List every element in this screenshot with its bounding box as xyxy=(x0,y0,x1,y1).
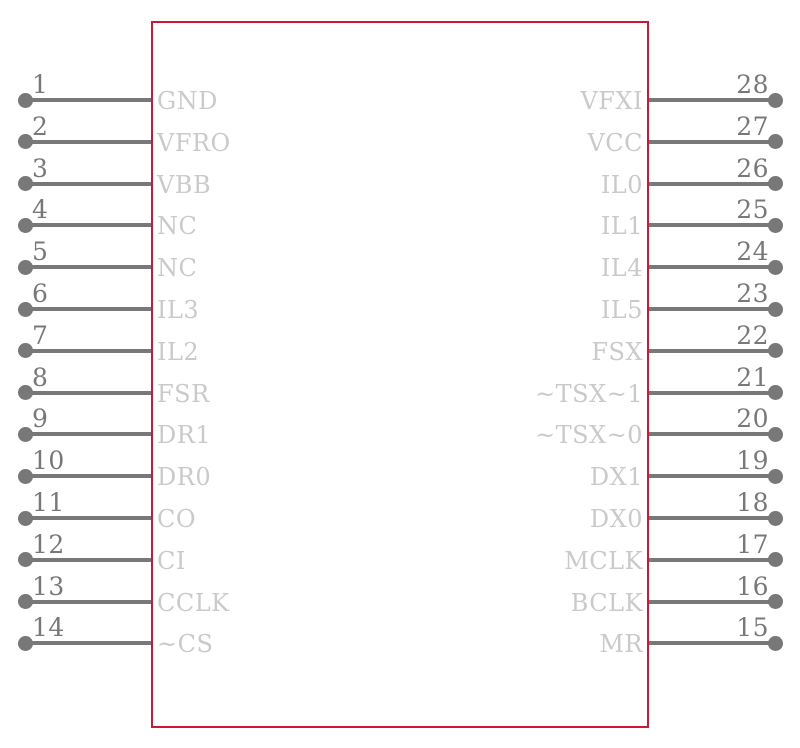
pin-number: 21 xyxy=(736,362,769,392)
pin-number: 8 xyxy=(32,362,49,392)
pin-number: 15 xyxy=(736,613,769,643)
pin-label: BCLK xyxy=(570,588,643,617)
pin-label: CO xyxy=(157,505,197,533)
pin-number: 25 xyxy=(736,195,769,225)
pin-number: 4 xyxy=(32,195,49,225)
pin-label: NC xyxy=(157,254,198,283)
pin-label: IL0 xyxy=(600,170,643,199)
pin-label: IL4 xyxy=(600,254,643,283)
pin-terminal-dot[interactable] xyxy=(767,385,783,401)
pin-number: 26 xyxy=(736,153,769,183)
pin-number: 16 xyxy=(736,571,769,601)
pin-label: VCC xyxy=(587,128,643,157)
pin-terminal-dot[interactable] xyxy=(767,259,783,275)
pin-terminal-dot[interactable] xyxy=(17,510,33,526)
pin-terminal-dot[interactable] xyxy=(17,552,33,568)
pin-number: 24 xyxy=(736,237,769,267)
pin-label: IL1 xyxy=(600,212,643,241)
pin-label: VBB xyxy=(157,170,212,199)
pin-terminal-dot[interactable] xyxy=(767,92,783,108)
pin-label: IL3 xyxy=(157,296,200,324)
pin-label: DX0 xyxy=(589,505,643,533)
pin-label: CI xyxy=(157,546,186,575)
pin-label: NC xyxy=(157,212,198,241)
pin-label: FSX xyxy=(591,337,643,366)
pin-label: CCLK xyxy=(157,588,230,617)
pin-label: ~TSX~0 xyxy=(534,421,643,450)
pin-number: 11 xyxy=(32,488,65,517)
pin-terminal-dot[interactable] xyxy=(17,343,33,359)
pin-terminal-dot[interactable] xyxy=(17,385,33,401)
pin-terminal-dot[interactable] xyxy=(17,217,33,233)
pin-terminal-dot[interactable] xyxy=(17,594,33,610)
pin-terminal-dot[interactable] xyxy=(17,635,33,651)
pin-label: IL5 xyxy=(600,296,643,324)
pin-terminal-dot[interactable] xyxy=(767,635,783,651)
pin-number: 22 xyxy=(736,320,769,350)
pin-number: 13 xyxy=(32,571,65,601)
pin-terminal-dot[interactable] xyxy=(17,468,33,484)
pin-label: ~TSX~1 xyxy=(534,379,643,408)
pin-label: VFXI xyxy=(580,87,643,115)
pin-number: 18 xyxy=(736,488,769,517)
pin-number: 1 xyxy=(32,70,49,99)
pin-number: 7 xyxy=(32,320,49,350)
component-body-outline[interactable] xyxy=(151,21,649,728)
pin-terminal-dot[interactable] xyxy=(767,552,783,568)
pin-terminal-dot[interactable] xyxy=(767,134,783,150)
pin-label: ~CS xyxy=(157,630,214,659)
pin-label: MCLK xyxy=(564,546,643,575)
pin-number: 14 xyxy=(32,613,65,643)
pin-number: 23 xyxy=(736,279,769,308)
pin-number: 17 xyxy=(736,529,769,559)
pin-label: DX1 xyxy=(589,463,643,492)
pin-number: 5 xyxy=(32,237,49,267)
pin-number: 2 xyxy=(32,111,49,141)
pin-terminal-dot[interactable] xyxy=(767,301,783,317)
pin-number: 27 xyxy=(736,111,769,141)
pin-number: 6 xyxy=(32,279,49,308)
pin-number: 12 xyxy=(32,529,65,559)
pin-label: FSR xyxy=(157,379,210,408)
pin-label: IL2 xyxy=(157,337,200,366)
pin-terminal-dot[interactable] xyxy=(17,92,33,108)
pin-number: 9 xyxy=(32,404,49,434)
pin-label: GND xyxy=(157,87,218,115)
pin-terminal-dot[interactable] xyxy=(767,468,783,484)
pin-label: MR xyxy=(599,630,643,659)
pin-label: DR1 xyxy=(157,421,212,450)
pin-number: 20 xyxy=(736,404,769,434)
pin-number: 19 xyxy=(736,446,769,476)
pin-number: 3 xyxy=(32,153,49,183)
pin-terminal-dot[interactable] xyxy=(17,134,33,150)
pin-terminal-dot[interactable] xyxy=(17,301,33,317)
pin-label: VFRO xyxy=(157,128,231,157)
pin-terminal-dot[interactable] xyxy=(17,176,33,192)
pin-label: DR0 xyxy=(157,463,212,492)
schematic-symbol-canvas: 1 GND 2 VFRO 3 VBB 4 NC 5 NC 6 IL3 7 IL2 8 FSR 9 DR1 10 DR0… xyxy=(0,0,800,748)
pin-terminal-dot[interactable] xyxy=(767,510,783,526)
pin-number: 10 xyxy=(32,446,65,476)
pin-terminal-dot[interactable] xyxy=(767,343,783,359)
pin-terminal-dot[interactable] xyxy=(17,426,33,442)
pin-terminal-dot[interactable] xyxy=(767,426,783,442)
pin-terminal-dot[interactable] xyxy=(767,217,783,233)
pin-number: 28 xyxy=(736,70,769,99)
pin-terminal-dot[interactable] xyxy=(767,594,783,610)
pin-terminal-dot[interactable] xyxy=(767,176,783,192)
pin-terminal-dot[interactable] xyxy=(17,259,33,275)
